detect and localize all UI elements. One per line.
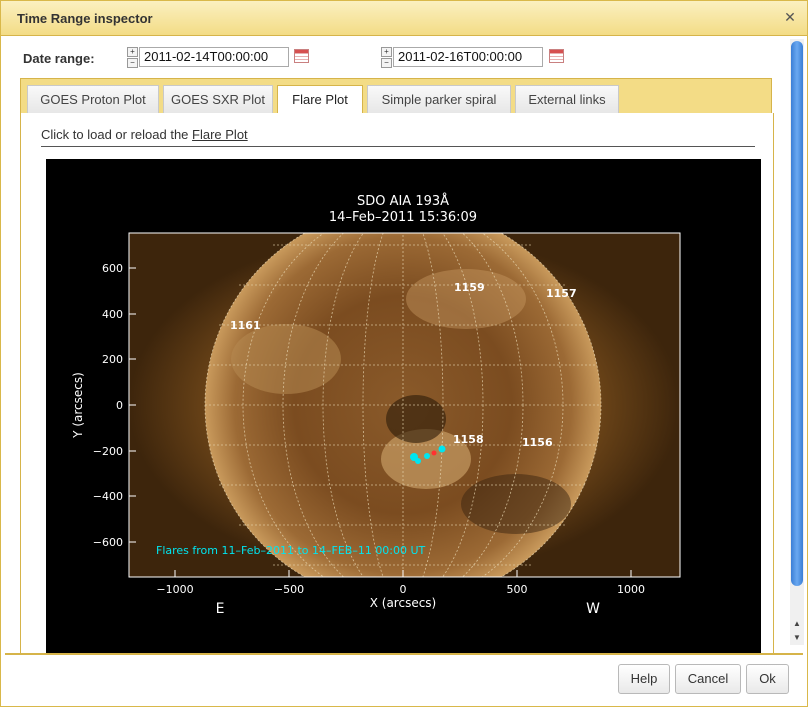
west-label: W (586, 601, 600, 617)
time-range-dialog: Time Range inspector ✕ Date range: + − 2… (0, 0, 808, 707)
flare-plot-link[interactable]: Flare Plot (192, 127, 248, 142)
decrement-icon[interactable]: − (381, 58, 392, 68)
flare-plot-panel: Click to load or reload the Flare Plot S… (20, 113, 774, 653)
footer-divider (5, 653, 803, 655)
x-axis-ticks: −1000 −500 0 500 1000 (156, 583, 645, 596)
x-tick-label: −1000 (156, 583, 193, 596)
y-tick-label: 400 (102, 308, 123, 321)
scroll-up-icon[interactable]: ▲ (792, 619, 802, 629)
increment-icon[interactable]: + (381, 47, 392, 57)
plot-title: SDO AIA 193Å (357, 193, 449, 209)
increment-icon[interactable]: + (127, 47, 138, 57)
solar-image-plot: SDO AIA 193Å 14–Feb–2011 15:36:09 600 40… (46, 159, 761, 653)
flare-marker (438, 445, 446, 453)
scrollbar-thumb[interactable] (791, 41, 803, 586)
y-tick-label: −400 (93, 490, 123, 503)
tab-goes-sxr-plot[interactable]: GOES SXR Plot (163, 85, 273, 114)
region-label: 1161 (230, 319, 261, 332)
tab-goes-proton-plot[interactable]: GOES Proton Plot (27, 85, 159, 114)
start-date-input[interactable]: 2011-02-14T00:00:00 (139, 47, 289, 67)
close-icon[interactable]: ✕ (783, 10, 797, 24)
end-date-input[interactable]: 2011-02-16T00:00:00 (393, 47, 543, 67)
bright-region (406, 269, 526, 329)
divider (41, 146, 755, 147)
y-axis-ticks: 600 400 200 0 −200 −400 −600 (93, 262, 123, 549)
flare-marker (415, 458, 421, 464)
plot-datetime: 14–Feb–2011 15:36:09 (329, 210, 477, 225)
tab-external-links[interactable]: External links (515, 85, 619, 114)
region-label: 1158 (453, 433, 484, 446)
ok-button[interactable]: Ok (746, 664, 789, 694)
tab-simple-parker-spiral[interactable]: Simple parker spiral (367, 85, 511, 114)
x-tick-label: 500 (507, 583, 528, 596)
flare-marker (424, 453, 430, 459)
date-range-label: Date range: (23, 51, 95, 66)
x-axis-label: X (arcsecs) (370, 596, 437, 610)
region-label: 1159 (454, 281, 485, 294)
calendar-icon[interactable] (549, 49, 564, 63)
tab-flare-plot[interactable]: Flare Plot (277, 85, 363, 115)
decrement-icon[interactable]: − (127, 58, 138, 68)
dialog-title: Time Range inspector (17, 11, 153, 26)
cancel-button[interactable]: Cancel (675, 664, 741, 694)
dialog-titlebar[interactable]: Time Range inspector ✕ (1, 1, 807, 36)
end-date-spinner[interactable]: + − (381, 47, 392, 68)
tab-bar: GOES Proton Plot GOES SXR Plot Flare Plo… (20, 78, 772, 115)
solar-image-svg: SDO AIA 193Å 14–Feb–2011 15:36:09 600 40… (71, 193, 681, 617)
y-tick-label: −200 (93, 445, 123, 458)
y-tick-label: 600 (102, 262, 123, 275)
x-tick-label: 0 (400, 583, 407, 596)
help-button[interactable]: Help (618, 664, 670, 694)
vertical-scrollbar[interactable]: ▲ ▼ (790, 39, 804, 645)
region-label: 1156 (522, 436, 553, 449)
coronal-hole (386, 395, 446, 443)
y-tick-label: 0 (116, 399, 123, 412)
load-instruction: Click to load or reload the Flare Plot (41, 127, 248, 142)
y-axis-label: Y (arcsecs) (71, 372, 85, 439)
calendar-icon[interactable] (294, 49, 309, 63)
load-instruction-text: Click to load or reload the (41, 127, 193, 142)
flare-marker (431, 450, 437, 456)
east-label: E (216, 601, 225, 617)
x-tick-label: −500 (274, 583, 304, 596)
y-tick-label: −600 (93, 536, 123, 549)
flares-note: Flares from 11–Feb–2011 to 14–FEB–11 00:… (156, 544, 426, 557)
start-date-spinner[interactable]: + − (127, 47, 138, 68)
y-tick-label: 200 (102, 353, 123, 366)
region-label: 1157 (546, 287, 577, 300)
x-tick-label: 1000 (617, 583, 645, 596)
scroll-down-icon[interactable]: ▼ (792, 633, 802, 643)
